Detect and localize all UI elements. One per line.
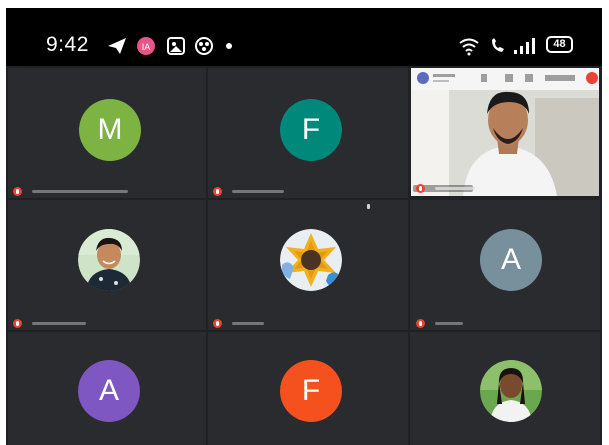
avatar-photo: [78, 229, 140, 291]
status-bar: 9:42 IA 48: [6, 8, 602, 66]
name-text-redacted: [232, 321, 264, 325]
signal-icon: [514, 38, 535, 54]
game-icon: [195, 37, 213, 55]
participant-tile[interactable]: F: [208, 332, 408, 445]
status-dot: [226, 43, 232, 49]
mic-off-icon: [13, 186, 22, 196]
status-time: 9:42: [46, 33, 89, 56]
participant-tile[interactable]: F: [208, 68, 408, 198]
mic-off-icon: [13, 318, 22, 328]
volte-call-icon: [492, 38, 504, 52]
participant-name-row: [416, 182, 475, 194]
participant-tile[interactable]: A: [410, 200, 600, 330]
name-text-redacted: [32, 321, 86, 325]
participant-tile[interactable]: [8, 200, 206, 330]
participant-video-tile[interactable]: [411, 68, 599, 196]
wifi-icon: [459, 38, 479, 56]
participant-name-row: [13, 185, 128, 197]
participant-name-row: [213, 185, 284, 197]
avatar: A: [480, 229, 542, 291]
mic-off-icon: [213, 318, 222, 328]
mic-off-icon: [213, 186, 222, 196]
avatar-photo: [280, 229, 342, 291]
name-text-redacted: [435, 186, 475, 190]
participant-name-row: [213, 317, 264, 329]
avatar: F: [280, 99, 342, 161]
app-badge-icon: IA: [137, 37, 155, 55]
participant-name-row: [416, 317, 463, 329]
mic-off-icon: [416, 183, 425, 193]
avatar: F: [280, 360, 342, 422]
name-text-redacted: [435, 321, 463, 325]
participant-tile[interactable]: [208, 200, 408, 330]
gallery-icon: [167, 37, 185, 55]
telegram-icon: [108, 38, 126, 54]
participant-tile[interactable]: M: [8, 68, 206, 198]
phone-screen: 9:42 IA 48 M F A A F: [6, 8, 602, 445]
name-text-redacted: [232, 189, 284, 193]
participant-video-feed: [411, 68, 599, 196]
avatar-photo: [480, 360, 542, 422]
battery-icon: 48: [546, 36, 573, 53]
avatar: M: [79, 99, 141, 161]
svg-text:IA: IA: [142, 42, 151, 52]
participant-tile[interactable]: [410, 332, 600, 445]
pointer-cursor: [367, 204, 370, 209]
participant-name-row: [13, 317, 86, 329]
name-text-redacted: [32, 189, 128, 193]
avatar: A: [78, 360, 140, 422]
mic-off-icon: [416, 318, 425, 328]
participant-tile[interactable]: A: [8, 332, 206, 445]
